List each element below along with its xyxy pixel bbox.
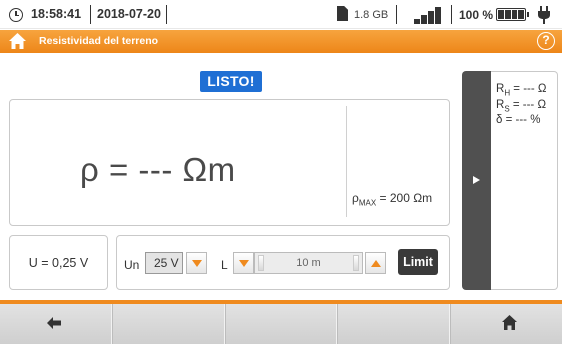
l-distance-value: 10 m [296, 257, 321, 269]
voltage-panel: U = 0,25 V [9, 235, 108, 290]
plug-icon [538, 6, 550, 24]
resistivity-result: ρ = --- Ωm [80, 151, 236, 188]
l-distance-slider[interactable]: 10 m [254, 252, 363, 274]
rho-max-readout: ρMAX = 200 Ωm [352, 191, 432, 207]
battery-icon [496, 8, 529, 21]
status-bar: 18:58:41 2018-07-20 1.8 GB 100 % [0, 0, 562, 29]
home-button[interactable] [450, 304, 562, 344]
result-panel: ρ = --- Ωm ρMAX = 200 Ωm [9, 99, 450, 226]
side-panel-toggle[interactable] [462, 71, 491, 290]
battery-percent: 100 % [459, 8, 494, 22]
help-button[interactable]: ? [537, 32, 555, 50]
slider-notch [353, 255, 359, 271]
separator [396, 5, 397, 24]
rho-max-subscript: MAX [358, 198, 377, 208]
home-icon[interactable] [9, 33, 26, 49]
l-label: L [221, 258, 228, 272]
separator [90, 5, 91, 24]
limit-button[interactable]: Limit [398, 249, 438, 275]
back-button[interactable] [0, 304, 112, 344]
title-bar: Resistividad del terreno ? [0, 30, 562, 53]
rho-max-value: = 200 Ωm [376, 191, 433, 205]
rh-value: = --- Ω [510, 83, 547, 95]
un-label: Un [124, 258, 140, 272]
status-time: 18:58:41 [31, 7, 82, 21]
sd-card-icon [337, 6, 348, 21]
nav-button-3[interactable] [224, 304, 338, 344]
nav-button-2[interactable] [111, 304, 225, 344]
rs-readout: RS = --- Ω [496, 99, 546, 113]
l-increase-button[interactable] [365, 252, 386, 274]
status-date: 2018-07-20 [97, 7, 161, 21]
rh-readout: RH = --- Ω [496, 83, 546, 97]
divider [346, 106, 347, 217]
delta-readout: δ = --- % [496, 114, 541, 126]
arrow-down-icon [192, 260, 202, 267]
separator [166, 5, 167, 24]
rs-value: = --- Ω [509, 99, 547, 111]
back-arrow-icon [47, 317, 61, 329]
expand-arrow-icon [473, 176, 480, 184]
arrow-down-icon [239, 260, 249, 267]
voltage-readout: U = 0,25 V [28, 256, 89, 270]
arrow-up-icon [371, 260, 381, 267]
signal-icon [414, 5, 448, 24]
page-title: Resistividad del terreno [39, 35, 159, 47]
nav-button-4[interactable] [337, 304, 451, 344]
l-decrease-button[interactable] [233, 252, 254, 274]
rho-max-symbol: ρ [352, 191, 359, 205]
un-voltage-select[interactable]: 25 V [145, 252, 183, 274]
un-decrease-button[interactable] [186, 252, 207, 274]
home-icon [502, 315, 518, 330]
clock-icon [9, 8, 23, 22]
settings-panel: Un 25 V L 10 m Limit [116, 235, 450, 290]
status-badge: LISTO! [200, 71, 262, 92]
memory-free: 1.8 GB [354, 9, 389, 21]
separator [451, 5, 452, 24]
bottom-nav [0, 304, 562, 344]
side-results-panel: RH = --- Ω RS = --- Ω δ = --- % [491, 71, 558, 290]
